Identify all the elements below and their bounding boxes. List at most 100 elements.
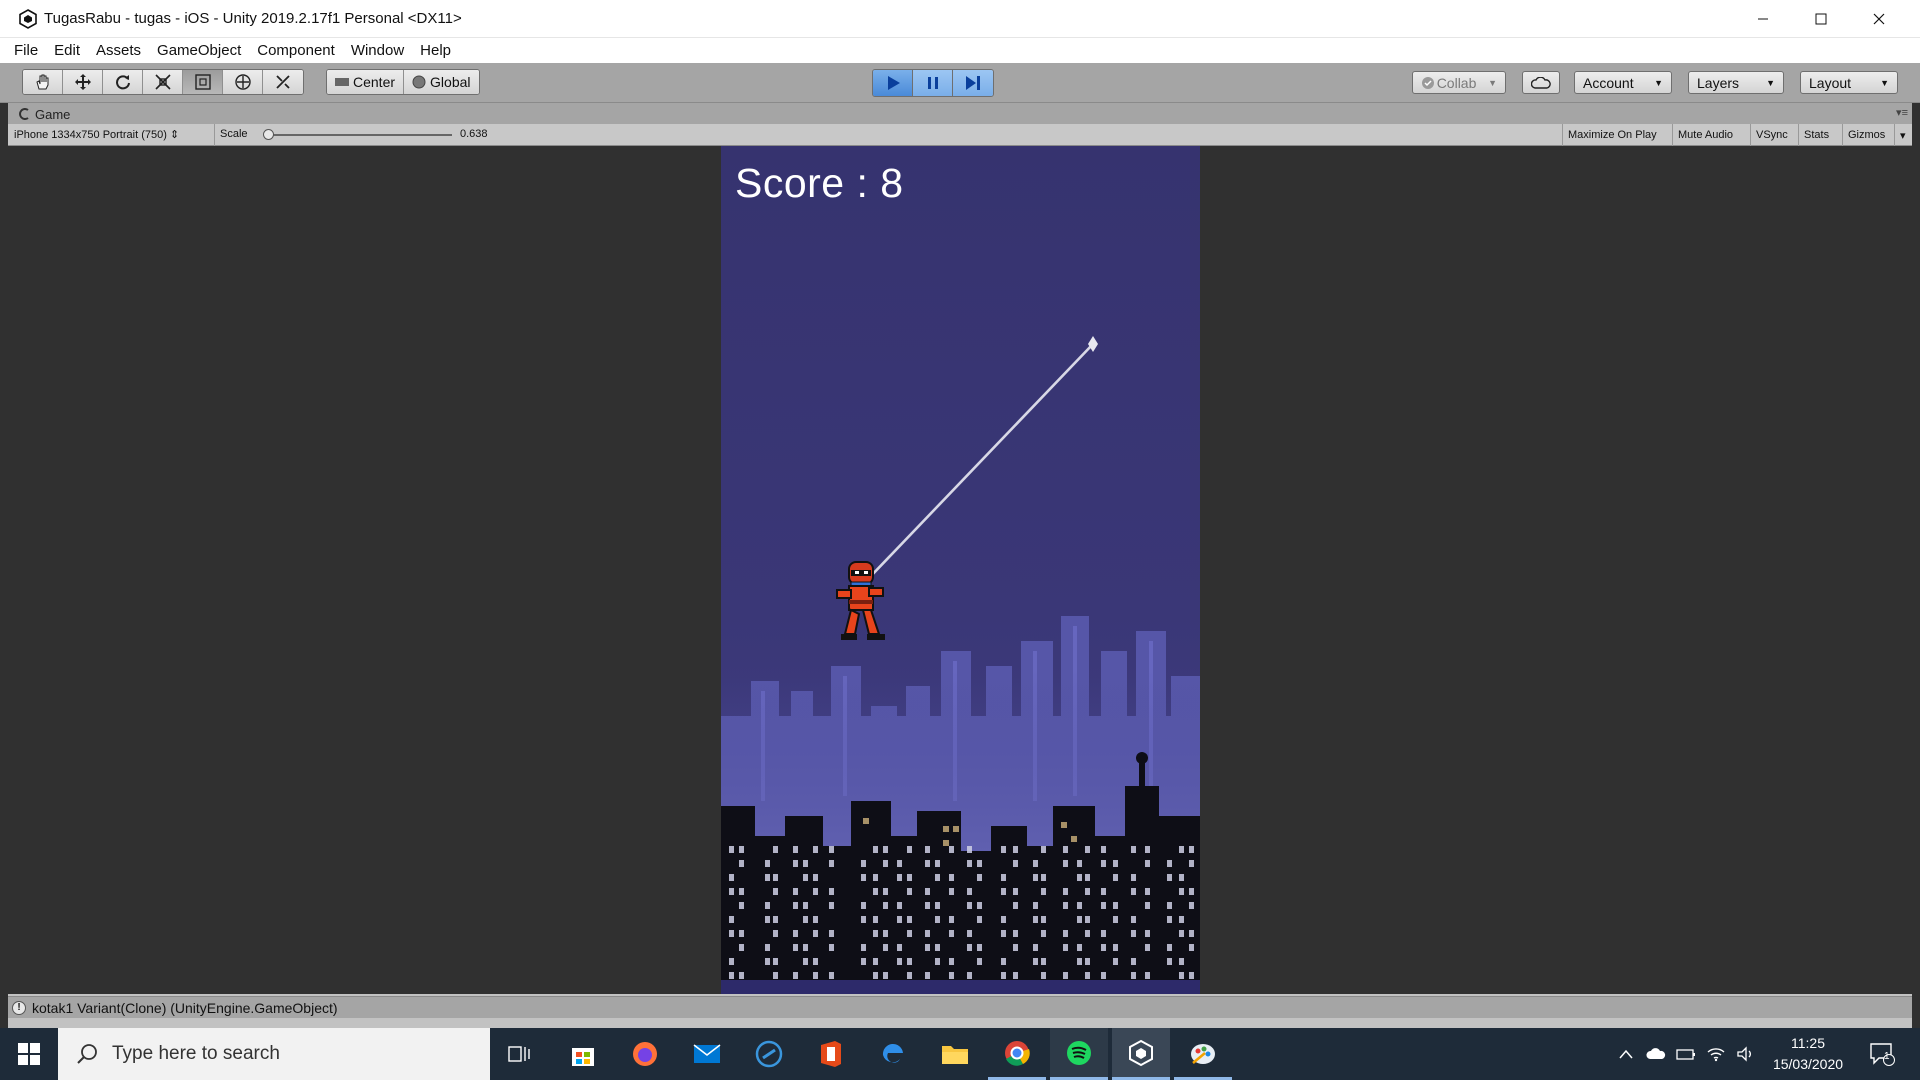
firefox-button[interactable]: [616, 1028, 674, 1080]
game-view-controls: iPhone 1334x750 Portrait (750) ⇕ Scale 0…: [8, 124, 1912, 146]
menu-window[interactable]: Window: [343, 42, 412, 59]
pivot-icon: [335, 78, 349, 86]
onedrive-button[interactable]: [1642, 1028, 1670, 1080]
pause-button[interactable]: [913, 70, 953, 96]
edge-button[interactable]: [864, 1028, 922, 1080]
close-button[interactable]: [1850, 0, 1908, 38]
maximize-on-play-toggle[interactable]: Maximize On Play: [1562, 124, 1662, 146]
scale-slider-track[interactable]: [268, 134, 452, 136]
unity-icon: [1129, 1039, 1153, 1066]
account-label: Account: [1583, 74, 1634, 91]
resolution-dropdown[interactable]: iPhone 1334x750 Portrait (750) ⇕: [14, 128, 179, 141]
unity-button[interactable]: [1112, 1028, 1170, 1080]
rotate-tool-button[interactable]: [103, 70, 143, 94]
store-button[interactable]: [554, 1028, 612, 1080]
playback-controls: [872, 69, 994, 97]
stats-toggle[interactable]: Stats: [1798, 124, 1834, 146]
pivot-center-label: Center: [353, 74, 396, 90]
game-screen[interactable]: Score : 8: [721, 146, 1200, 994]
layers-dropdown[interactable]: Layers ▼: [1688, 71, 1784, 94]
spotify-button[interactable]: [1050, 1028, 1108, 1080]
office-button[interactable]: [802, 1028, 860, 1080]
firefox-icon: [633, 1042, 657, 1066]
chrome-button[interactable]: [988, 1028, 1046, 1080]
move-tool-icon: [74, 74, 91, 90]
chevron-down-icon: ▼: [1880, 77, 1889, 88]
search-icon: [77, 1044, 97, 1064]
taskbar-clock[interactable]: 11:25 15/03/2020: [1758, 1033, 1858, 1075]
layout-dropdown[interactable]: Layout ▼: [1800, 71, 1898, 94]
volume-button[interactable]: [1732, 1028, 1760, 1080]
edge-icon: [882, 1043, 903, 1063]
minimize-icon: [1758, 18, 1768, 20]
play-icon: [887, 76, 900, 90]
gizmos-toggle[interactable]: Gizmos: [1842, 124, 1890, 146]
windows-taskbar: Type here to search 11:25 15/03/2020 1: [0, 1028, 1920, 1080]
window-title: TugasRabu - tugas - iOS - Unity 2019.2.1…: [44, 10, 462, 27]
collab-label: Collab: [1436, 74, 1477, 91]
tab-menu-icon[interactable]: ▾≡: [1896, 106, 1908, 119]
file-explorer-button[interactable]: [926, 1028, 984, 1080]
vsync-toggle[interactable]: VSync: [1750, 124, 1793, 146]
pivot-center-button[interactable]: Center: [327, 70, 405, 94]
menu-gameobject[interactable]: GameObject: [149, 42, 249, 59]
menu-assets[interactable]: Assets: [88, 42, 149, 59]
clock-time: 11:25: [1791, 1035, 1825, 1051]
menu-edit[interactable]: Edit: [46, 42, 88, 59]
mail-icon: [693, 1044, 721, 1063]
mail-button[interactable]: [678, 1028, 736, 1080]
transform-tool-button[interactable]: [223, 70, 263, 94]
step-icon: [966, 76, 980, 90]
custom-tool-button[interactable]: [263, 70, 303, 94]
chevron-down-icon: ▼: [1766, 77, 1775, 88]
windows-logo-icon: [18, 1043, 40, 1065]
gizmos-dropdown[interactable]: ▾: [1894, 124, 1911, 146]
cloud-button[interactable]: [1522, 71, 1560, 94]
search-placeholder: Type here to search: [112, 1043, 280, 1064]
account-dropdown[interactable]: Account ▼: [1574, 71, 1672, 94]
menu-file[interactable]: File: [6, 42, 46, 59]
transform-tools: [22, 69, 304, 95]
notification-center-button[interactable]: 1: [1862, 1028, 1902, 1080]
task-view-icon: [508, 1046, 530, 1062]
play-button[interactable]: [873, 70, 913, 96]
scale-tool-icon: [154, 74, 171, 90]
notification-icon: [1870, 1043, 1895, 1066]
menu-component[interactable]: Component: [249, 42, 343, 59]
tab-game[interactable]: Game: [18, 104, 70, 124]
tab-game-label: Game: [35, 106, 71, 122]
hand-tool-button[interactable]: [23, 70, 63, 94]
editor-toolbar: Center Global Collab ▼ Account ▼ Layers …: [0, 63, 1920, 103]
wifi-button[interactable]: [1702, 1028, 1730, 1080]
scale-value: 0.638: [460, 128, 488, 140]
console-status-bar[interactable]: ! kotak1 Variant(Clone) (UnityEngine.Gam…: [8, 996, 1912, 1018]
maximize-button[interactable]: [1792, 0, 1850, 38]
battery-icon: [1676, 1049, 1695, 1060]
move-tool-button[interactable]: [63, 70, 103, 94]
app-button[interactable]: [740, 1028, 798, 1080]
menu-bar: File Edit Assets GameObject Component Wi…: [0, 38, 1920, 63]
wifi-icon: [1707, 1048, 1725, 1062]
resolution-label: iPhone 1334x750 Portrait (750): [14, 129, 167, 141]
scale-slider-thumb[interactable]: [263, 129, 274, 140]
scale-tool-button[interactable]: [143, 70, 183, 94]
office-icon: [821, 1041, 841, 1067]
menu-help[interactable]: Help: [412, 42, 459, 59]
taskbar-search[interactable]: Type here to search: [58, 1028, 490, 1080]
task-view-button[interactable]: [490, 1028, 548, 1080]
maximize-icon: [1815, 13, 1827, 25]
paint-icon: [1191, 1043, 1215, 1064]
battery-button[interactable]: [1672, 1028, 1700, 1080]
paint-button[interactable]: [1174, 1028, 1232, 1080]
step-button[interactable]: [953, 70, 993, 96]
mute-audio-toggle[interactable]: Mute Audio: [1672, 124, 1738, 146]
start-button[interactable]: [0, 1028, 58, 1080]
minimize-button[interactable]: [1734, 0, 1792, 38]
rect-tool-button[interactable]: [183, 70, 223, 94]
spotify-icon: [1067, 1040, 1091, 1065]
rotate-tool-icon: [115, 75, 130, 90]
collab-dropdown[interactable]: Collab ▼: [1412, 71, 1506, 94]
transform-tool-icon: [234, 74, 251, 90]
space-global-button[interactable]: Global: [404, 70, 479, 94]
tray-overflow-button[interactable]: [1612, 1028, 1640, 1080]
